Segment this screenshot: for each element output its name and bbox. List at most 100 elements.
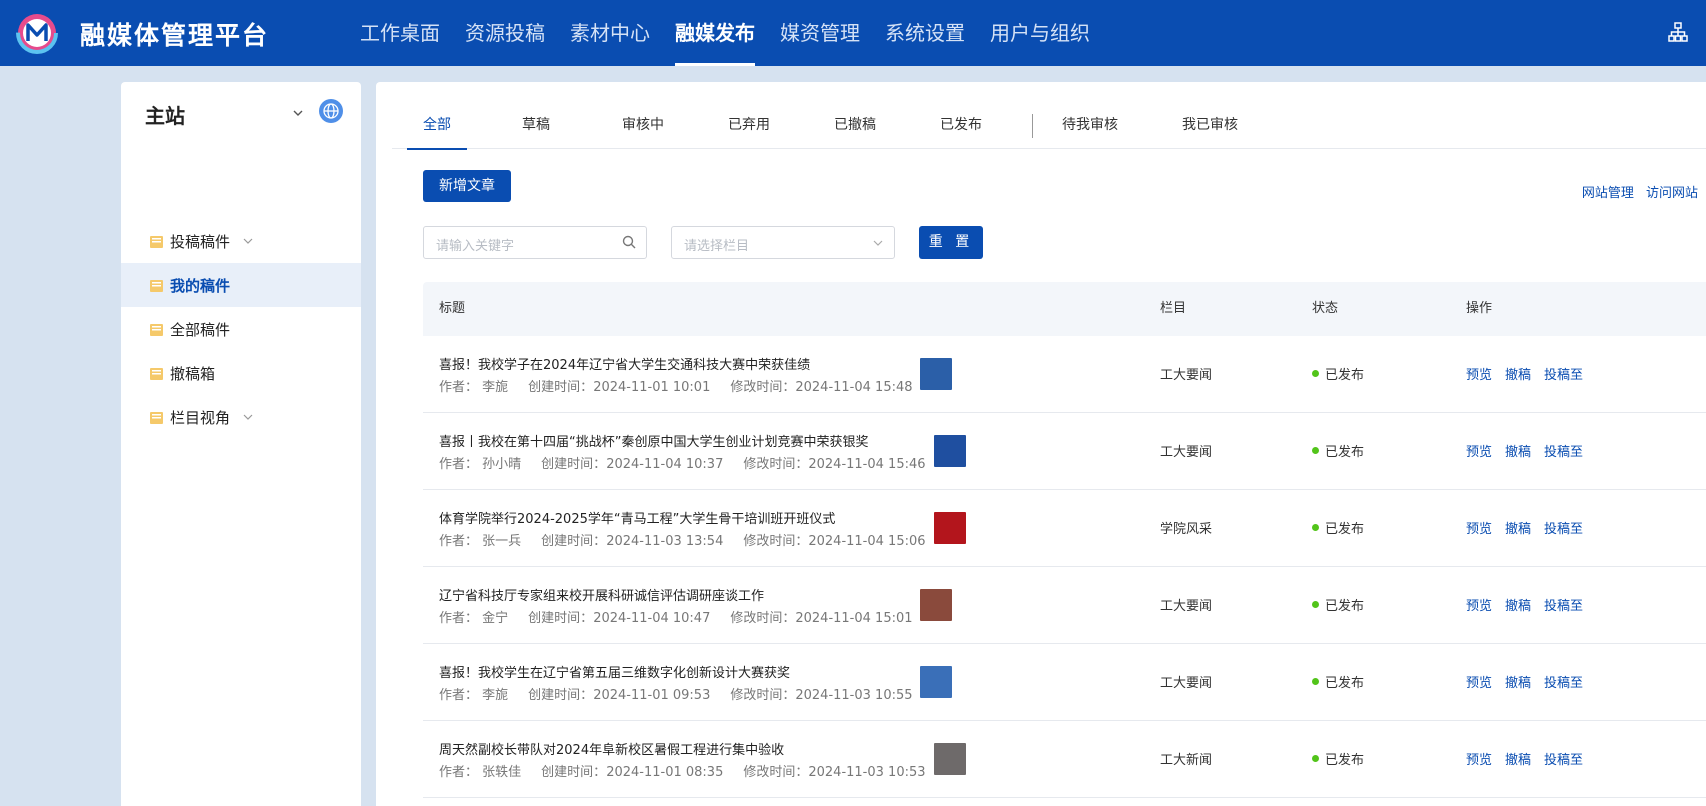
modified-time: 2024-11-03 10:55 — [795, 688, 913, 703]
article-title[interactable]: 辽宁省科技厅专家组来校开展科研诚信评估调研座谈工作 — [439, 585, 764, 604]
article-meta: 作者： 李旎 创建时间：2024-11-01 10:01 修改时间：2024-11-… — [439, 376, 913, 395]
sidebar-item-submitted[interactable]: 投稿稿件 — [121, 219, 361, 263]
submit-to-link[interactable]: 投稿至 — [1544, 522, 1583, 537]
main-nav: 工作桌面 资源投稿 素材中心 融媒发布 媒资管理 系统设置 用户与组织 — [360, 0, 1115, 66]
preview-link[interactable]: 预览 — [1466, 522, 1492, 537]
modified-label: 修改时间： — [730, 380, 796, 395]
status-dot — [1312, 524, 1319, 531]
nav-publish[interactable]: 融媒发布 — [675, 0, 755, 66]
status-text: 已发布 — [1325, 522, 1365, 537]
chevron-down-icon[interactable] — [291, 106, 305, 120]
new-article-button[interactable]: 新增文章 — [423, 170, 511, 202]
nav-material[interactable]: 素材中心 — [570, 0, 650, 66]
table-row[interactable]: 辽宁省科技厅专家组来校开展科研诚信评估调研座谈工作 作者： 金宁 创建时间：2024… — [423, 567, 1706, 644]
visit-site-link[interactable]: 访问网站 — [1646, 186, 1698, 201]
article-meta: 作者： 张一兵 创建时间：2024-11-03 13:54 修改时间：2024-11… — [439, 530, 926, 549]
search-input[interactable]: 请输入关键字 — [423, 226, 647, 259]
preview-link[interactable]: 预览 — [1466, 753, 1492, 768]
sidebar-item-my-drafts[interactable]: 我的稿件 — [121, 263, 361, 307]
tab-divider — [1032, 114, 1033, 138]
app-logo-icon[interactable] — [16, 12, 58, 54]
modified-time: 2024-11-04 15:06 — [808, 534, 926, 549]
author-label: 作者： — [439, 380, 479, 395]
submit-to-link[interactable]: 投稿至 — [1544, 676, 1583, 691]
nav-media-assets[interactable]: 媒资管理 — [780, 0, 860, 66]
tab-pending-my-review[interactable]: 待我审核 — [1062, 104, 1118, 149]
column-placeholder: 请选择栏目 — [684, 239, 750, 254]
preview-link[interactable]: 预览 — [1466, 368, 1492, 383]
table-row[interactable]: 喜报！我校学子在2024年辽宁省大学生交通科技大赛中荣获佳绩作者： 李旎 创建时间… — [423, 336, 1706, 413]
article-thumbnail[interactable] — [934, 743, 966, 775]
preview-link[interactable]: 预览 — [1466, 599, 1492, 614]
table-row[interactable]: 喜报！我校学生在辽宁省第五届三维数字化创新设计大赛获奖 作者： 李旎 创建时间：20… — [423, 644, 1706, 721]
article-title[interactable]: 喜报丨我校在第十四届“挑战杯”秦创原中国大学生创业计划竞赛中荣获银奖 — [439, 431, 868, 450]
article-thumbnail[interactable] — [934, 512, 966, 544]
search-icon[interactable] — [622, 235, 636, 249]
status-dot — [1312, 370, 1319, 377]
status-text: 已发布 — [1325, 445, 1365, 460]
submit-to-link[interactable]: 投稿至 — [1544, 753, 1583, 768]
table-row[interactable]: 周天然副校长带队对2024年阜新校区暑假工程进行集中验收作者： 张轶佳 创建时间：… — [423, 721, 1706, 798]
site-manage-link[interactable]: 网站管理 — [1582, 186, 1634, 201]
article-column: 工大要闻 — [1160, 676, 1213, 691]
article-title[interactable]: 体育学院举行2024-2025学年“青马工程”大学生骨干培训班开班仪式 — [439, 508, 835, 527]
tab-published[interactable]: 已发布 — [940, 104, 982, 149]
withdraw-link[interactable]: 撤稿 — [1505, 445, 1531, 460]
tab-reviewing[interactable]: 审核中 — [622, 104, 664, 149]
main-panel: 全部 草稿 审核中 已弃用 已撤稿 已发布 待我审核 我已审核 新增文章 网站管… — [376, 82, 1706, 806]
row-actions: 预览 撤稿 投稿至 — [1466, 364, 1596, 383]
preview-link[interactable]: 预览 — [1466, 676, 1492, 691]
author-name: 张一兵 — [482, 534, 522, 549]
author-name: 张轶佳 — [482, 765, 522, 780]
modified-label: 修改时间： — [730, 611, 796, 626]
sitemap-icon[interactable] — [1668, 22, 1688, 42]
table-header: 标题 栏目 状态 操作 — [423, 282, 1706, 336]
author-label: 作者： — [439, 457, 479, 472]
tab-all[interactable]: 全部 — [407, 104, 467, 150]
withdraw-link[interactable]: 撤稿 — [1505, 753, 1531, 768]
submit-to-link[interactable]: 投稿至 — [1544, 599, 1583, 614]
nav-workbench[interactable]: 工作桌面 — [360, 0, 440, 66]
submit-to-link[interactable]: 投稿至 — [1544, 445, 1583, 460]
sidebar-item-column-view[interactable]: 栏目视角 — [121, 395, 361, 439]
status-text: 已发布 — [1325, 676, 1365, 691]
article-title[interactable]: 喜报！我校学子在2024年辽宁省大学生交通科技大赛中荣获佳绩 — [439, 354, 810, 373]
submit-to-link[interactable]: 投稿至 — [1544, 368, 1583, 383]
status-dot — [1312, 678, 1319, 685]
folder-icon — [150, 235, 163, 248]
article-column: 工大要闻 — [1160, 599, 1213, 614]
reset-button[interactable]: 重 置 — [919, 226, 983, 259]
withdraw-link[interactable]: 撤稿 — [1505, 368, 1531, 383]
nav-users-org[interactable]: 用户与组织 — [990, 0, 1090, 66]
modified-time: 2024-11-04 15:01 — [795, 611, 913, 626]
nav-settings[interactable]: 系统设置 — [885, 0, 965, 66]
tab-reviewed-by-me[interactable]: 我已审核 — [1182, 104, 1238, 149]
article-title[interactable]: 喜报！我校学生在辽宁省第五届三维数字化创新设计大赛获奖 — [439, 662, 790, 681]
withdraw-link[interactable]: 撤稿 — [1505, 599, 1531, 614]
site-links: 网站管理 访问网站 — [1574, 182, 1698, 201]
withdraw-link[interactable]: 撤稿 — [1505, 676, 1531, 691]
globe-icon[interactable] — [318, 98, 344, 124]
article-thumbnail[interactable] — [934, 435, 966, 467]
column-select[interactable]: 请选择栏目 — [671, 226, 895, 259]
article-thumbnail[interactable] — [920, 358, 952, 390]
sidebar-item-withdrawn-box[interactable]: 撤稿箱 — [121, 351, 361, 395]
tab-discarded[interactable]: 已弃用 — [728, 104, 770, 149]
article-thumbnail[interactable] — [920, 666, 952, 698]
sidebar-item-label: 栏目视角 — [170, 408, 231, 427]
article-title[interactable]: 周天然副校长带队对2024年阜新校区暑假工程进行集中验收 — [439, 739, 784, 758]
nav-submission[interactable]: 资源投稿 — [465, 0, 545, 66]
tab-draft[interactable]: 草稿 — [522, 104, 550, 149]
author-name: 孙小晴 — [482, 457, 522, 472]
tab-withdrawn[interactable]: 已撤稿 — [834, 104, 876, 149]
preview-link[interactable]: 预览 — [1466, 445, 1492, 460]
withdraw-link[interactable]: 撤稿 — [1505, 522, 1531, 537]
article-thumbnail[interactable] — [920, 589, 952, 621]
article-meta: 作者： 张轶佳 创建时间：2024-11-01 08:35 修改时间：2024-11… — [439, 761, 926, 780]
modified-label: 修改时间： — [743, 765, 809, 780]
site-name[interactable]: 主站 — [145, 100, 185, 129]
created-label: 创建时间： — [528, 688, 594, 703]
table-row[interactable]: 喜报丨我校在第十四届“挑战杯”秦创原中国大学生创业计划竞赛中荣获银奖作者： 孙小… — [423, 413, 1706, 490]
sidebar-item-all-drafts[interactable]: 全部稿件 — [121, 307, 361, 351]
table-row[interactable]: 体育学院举行2024-2025学年“青马工程”大学生骨干培训班开班仪式作者： 张… — [423, 490, 1706, 567]
